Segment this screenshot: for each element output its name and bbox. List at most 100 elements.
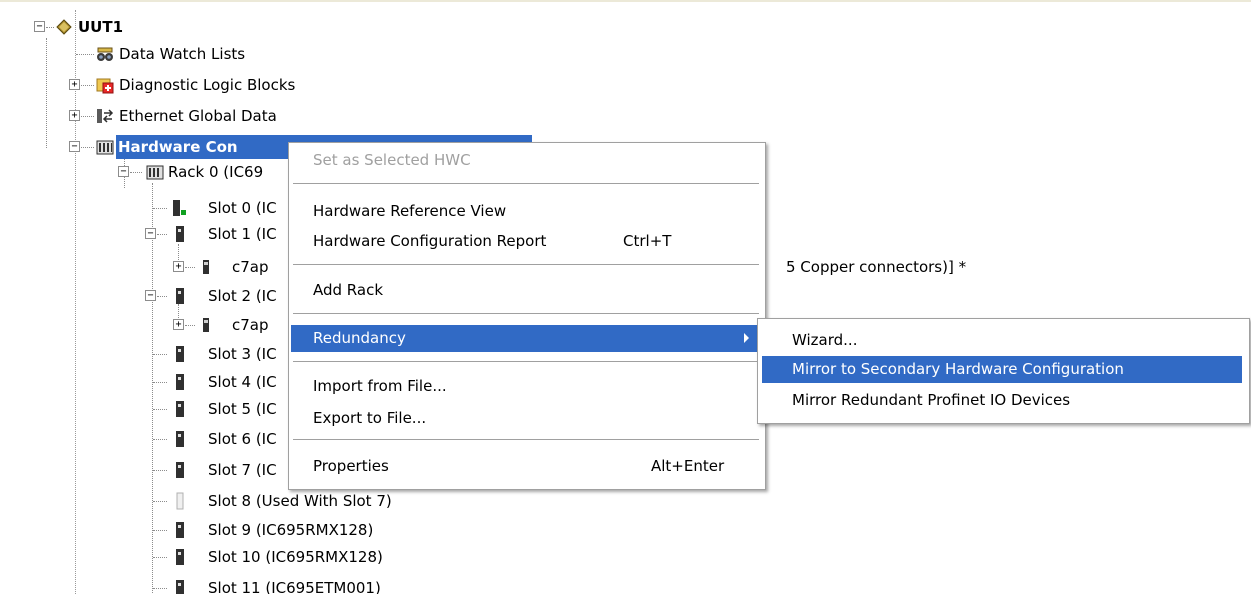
module-icon	[176, 346, 184, 362]
tree-item-label: Data Watch Lists	[119, 45, 246, 63]
collapse-icon[interactable]: −	[118, 166, 129, 177]
diagnostic-folder-icon	[96, 78, 114, 94]
menu-item-mirror-secondary-hwc[interactable]: Mirror to Secondary Hardware Configurati…	[762, 356, 1242, 383]
network-exchange-icon	[97, 109, 114, 123]
menu-item-export-to-file[interactable]: Export to File...	[291, 405, 763, 432]
tree-item-label-suffix: 5 Copper connectors)] *	[786, 258, 967, 276]
tree-item-label: Slot 3 (IC	[208, 345, 277, 363]
tree-connector	[185, 325, 195, 326]
top-border	[0, 0, 1251, 2]
project-tree-window: − UUT1 Data Watch Lists + Diagnostic Log…	[0, 0, 1251, 594]
tree-connector	[46, 27, 54, 28]
menu-item-label: Import from File...	[313, 377, 447, 395]
menu-separator	[293, 439, 759, 440]
tree-item-label: Slot 7 (IC	[208, 461, 277, 479]
menu-item-hardware-configuration-report[interactable]: Hardware Configuration Report Ctrl+T	[291, 228, 763, 255]
menu-item-hardware-reference-view[interactable]: Hardware Reference View	[291, 198, 763, 225]
binoculars-icon	[97, 47, 113, 61]
submenu-arrow-icon	[744, 333, 749, 343]
submodule-icon	[203, 260, 209, 274]
module-icon	[176, 226, 184, 242]
menu-item-import-from-file[interactable]: Import from File...	[291, 373, 763, 400]
expand-icon[interactable]: +	[173, 319, 184, 330]
menu-item-label: Mirror to Secondary Hardware Configurati…	[792, 360, 1124, 378]
rack-icon	[96, 140, 114, 155]
tree-item-slot-9[interactable]: Slot 9 (IC695RMX128)	[0, 518, 600, 542]
module-icon	[176, 462, 184, 478]
menu-item-add-rack[interactable]: Add Rack	[291, 277, 763, 304]
tree-connector	[81, 116, 94, 117]
controller-diamond-icon	[56, 19, 72, 35]
menu-item-label: Hardware Configuration Report	[313, 232, 547, 250]
tree-connector	[153, 409, 167, 410]
tree-item-label: Slot 2 (IC	[208, 287, 277, 305]
module-icon	[176, 288, 184, 304]
submodule-icon	[203, 318, 209, 332]
module-icon	[176, 580, 184, 594]
tree-item-label: Slot 9 (IC695RMX128)	[208, 521, 374, 539]
module-icon	[176, 549, 184, 565]
tree-item-label: Slot 0 (IC	[208, 199, 277, 217]
tree-item-label: Slot 10 (IC695RMX128)	[208, 548, 383, 566]
menu-item-set-selected-hwc[interactable]: Set as Selected HWC	[291, 147, 763, 174]
tree-connector	[153, 208, 167, 209]
tree-item-label: Rack 0 (IC69	[168, 163, 264, 181]
collapse-icon[interactable]: −	[145, 228, 156, 239]
redundancy-submenu: Wizard... Mirror to Secondary Hardware C…	[757, 318, 1250, 424]
tree-connector	[81, 85, 94, 86]
menu-item-wizard[interactable]: Wizard...	[760, 327, 1247, 354]
tree-item-slot-10[interactable]: Slot 10 (IC695RMX128)	[0, 545, 600, 569]
empty-slot-icon	[176, 492, 184, 510]
tree-item-label: c7ap	[232, 316, 269, 334]
tree-connector	[153, 530, 167, 531]
expand-icon[interactable]: +	[69, 110, 80, 121]
module-icon	[176, 401, 184, 417]
tree-item-ethernet-global-data[interactable]: + Ethernet Global Data	[0, 104, 600, 128]
collapse-icon[interactable]: −	[34, 21, 45, 32]
power-supply-module-icon	[173, 200, 186, 216]
tree-item-label: Slot 6 (IC	[208, 430, 277, 448]
menu-item-label: Wizard...	[792, 331, 858, 349]
tree-connector	[153, 470, 167, 471]
tree-connector	[153, 382, 167, 383]
tree-item-uut1[interactable]: − UUT1	[0, 15, 600, 39]
tree-connector	[157, 296, 167, 297]
menu-item-label: Properties	[313, 457, 389, 475]
expand-icon[interactable]: +	[173, 261, 184, 272]
menu-item-label: Redundancy	[313, 329, 406, 347]
tree-item-slot-8[interactable]: Slot 8 (Used With Slot 7)	[0, 489, 600, 513]
tree-item-label: Slot 4 (IC	[208, 373, 277, 391]
menu-item-label: Hardware Reference View	[313, 202, 507, 220]
menu-separator	[293, 264, 759, 265]
tree-connector	[76, 54, 94, 55]
tree-item-label: Diagnostic Logic Blocks	[119, 76, 296, 94]
tree-connector	[81, 147, 94, 148]
menu-separator	[293, 361, 759, 362]
tree-item-diagnostic-logic-blocks[interactable]: + Diagnostic Logic Blocks	[0, 73, 600, 97]
menu-item-mirror-profinet-io[interactable]: Mirror Redundant Profinet IO Devices	[760, 387, 1247, 414]
menu-item-properties[interactable]: Properties Alt+Enter	[291, 453, 763, 480]
menu-item-redundancy[interactable]: Redundancy	[291, 325, 763, 352]
tree-item-label: c7ap	[232, 258, 269, 276]
collapse-icon[interactable]: −	[145, 290, 156, 301]
menu-shortcut: Ctrl+T	[623, 232, 672, 250]
collapse-icon[interactable]: −	[69, 141, 80, 152]
menu-separator	[293, 183, 759, 184]
tree-connector	[153, 557, 167, 558]
rack-icon	[146, 165, 164, 180]
module-icon	[176, 431, 184, 447]
tree-item-label: Slot 8 (Used With Slot 7)	[208, 492, 392, 510]
tree-item-data-watch-lists[interactable]: Data Watch Lists	[0, 42, 600, 66]
tree-connector	[185, 267, 195, 268]
menu-shortcut: Alt+Enter	[651, 457, 725, 475]
expand-icon[interactable]: +	[69, 79, 80, 90]
menu-item-label: Mirror Redundant Profinet IO Devices	[792, 391, 1071, 409]
module-icon	[176, 522, 184, 538]
tree-item-slot-11[interactable]: Slot 11 (IC695ETM001)	[0, 576, 600, 594]
menu-item-label: Add Rack	[313, 281, 384, 299]
tree-item-label: Slot 1 (IC	[208, 225, 277, 243]
context-menu: Set as Selected HWC Hardware Reference V…	[288, 142, 766, 490]
menu-separator	[293, 313, 759, 314]
tree-connector	[153, 588, 167, 589]
tree-item-label: Slot 5 (IC	[208, 400, 277, 418]
